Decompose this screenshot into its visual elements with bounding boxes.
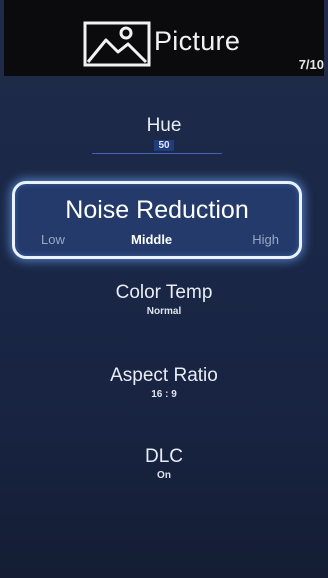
dlc-label: DLC [144, 446, 183, 467]
noise-reduction-label: Noise Reduction [65, 196, 249, 224]
picture-icon [83, 21, 151, 67]
color-temp-value: Normal [146, 306, 182, 317]
menu-header: Picture 7/10 [4, 0, 324, 76]
menu-item-dlc[interactable]: DLC On [0, 447, 328, 481]
page-indicator: 7/10 [298, 57, 324, 72]
aspect-ratio-value: 16 : 9 [151, 389, 177, 400]
noise-reduction-option-middle[interactable]: Middle [131, 233, 172, 246]
color-temp-label: Color Temp [115, 282, 213, 303]
menu-item-hue[interactable]: Hue 50 [0, 116, 328, 153]
noise-reduction-option-low[interactable]: Low [41, 233, 65, 246]
noise-reduction-option-high[interactable]: High [252, 233, 279, 246]
tv-menu-screen: Picture 7/10 Hue 50 Noise Reduction Low … [0, 0, 328, 578]
menu-item-color-temp[interactable]: Color Temp Normal [0, 283, 328, 317]
aspect-ratio-label: Aspect Ratio [110, 365, 218, 386]
menu-title: Picture [154, 26, 241, 56]
menu-item-aspect-ratio[interactable]: Aspect Ratio 16 : 9 [0, 366, 328, 400]
hue-slider-track[interactable] [92, 153, 222, 154]
hue-value: 50 [154, 140, 174, 151]
hue-label: Hue [146, 115, 182, 136]
dlc-value: On [157, 470, 171, 481]
menu-item-noise-reduction[interactable]: Noise Reduction Low Middle High [12, 181, 302, 259]
